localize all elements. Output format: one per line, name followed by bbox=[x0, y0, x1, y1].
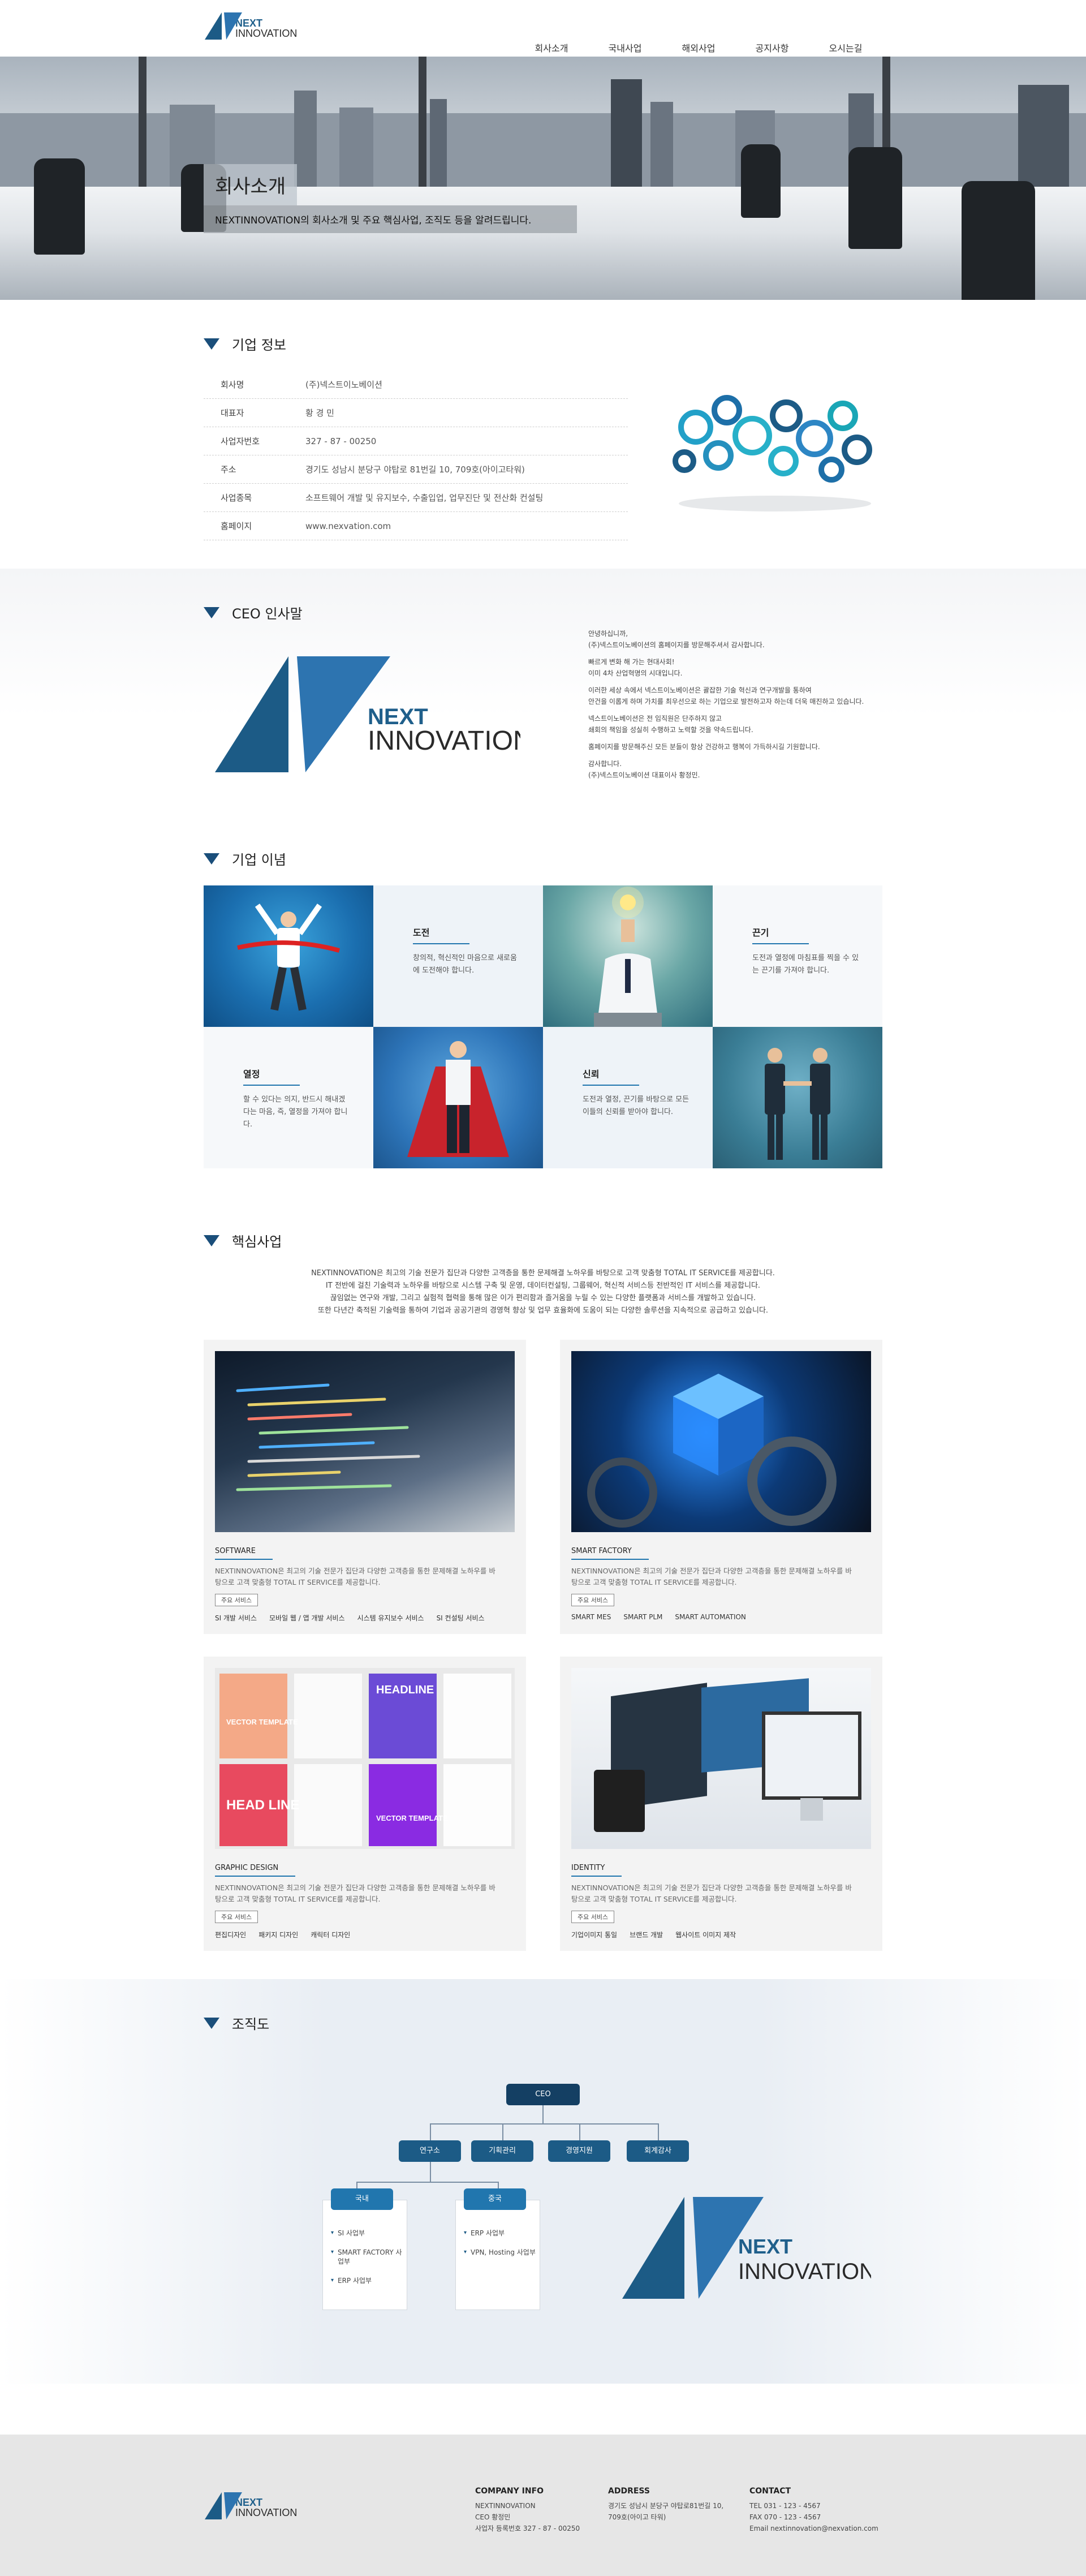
section-title: CEO 인사말 bbox=[232, 606, 303, 622]
section-title: 기업 정보 bbox=[232, 337, 286, 353]
hero-cape-icon bbox=[407, 1041, 509, 1157]
philosophy-card: 신뢰 도전과 열정, 끈기를 바탕으로 모든 이들의 신뢰를 받아야 합니다. bbox=[543, 1027, 713, 1168]
info-row: 사업자번호 327 - 87 - 00250 bbox=[204, 427, 628, 455]
services-tag: 주요 서비스 bbox=[215, 1594, 258, 1606]
footer-address: ADDRESS 경기도 성남시 분당구 야탑로81번길 10, 709호(아이고… bbox=[608, 2487, 724, 2521]
section-title: 기업 이념 bbox=[232, 852, 286, 868]
svg-text:HEADLINE: HEADLINE bbox=[376, 1684, 434, 1696]
hero-subtitle: NEXTINNOVATION의 회사소개 및 주요 핵심사업, 조직도 등을 알… bbox=[204, 205, 577, 233]
chip-gears-image bbox=[571, 1351, 871, 1532]
hero-banner: 회사소개 NEXTINNOVATION의 회사소개 및 주요 핵심사업, 조직도… bbox=[0, 57, 1086, 300]
footer-contact: CONTACT TEL 031 - 123 - 4567 FAX 070 - 1… bbox=[749, 2487, 878, 2532]
logo-mark-icon bbox=[205, 2492, 242, 2519]
service-list: SMART MES SMART PLM SMART AUTOMATION bbox=[571, 1613, 746, 1621]
svg-text:NEXT: NEXT bbox=[738, 2235, 792, 2258]
service-list: SI 개발 서비스 모바일 웹 / 앱 개발 서비스 시스템 유지보수 서비스 … bbox=[215, 1614, 485, 1622]
org-node-ceo[interactable]: CEO bbox=[506, 2084, 580, 2105]
business-title: GRAPHIC DESIGN bbox=[215, 1864, 296, 1877]
org-node-division[interactable]: 국내 bbox=[331, 2188, 393, 2210]
services-tag: 주요 서비스 bbox=[571, 1911, 615, 1923]
services-tag: 주요 서비스 bbox=[571, 1594, 615, 1606]
org-chart-section: 조직도 CEO 연구소 기획관리 경영지원 회계감사 SI 사업부 SMART … bbox=[0, 1979, 1086, 2384]
hero-title: 회사소개 bbox=[204, 164, 298, 205]
persistence-image bbox=[543, 885, 713, 1027]
footer-logo[interactable]: NEXT INNOVATION bbox=[204, 2481, 475, 2530]
svg-text:HEAD LINE: HEAD LINE bbox=[226, 1797, 299, 1813]
ceo-logo: NEXT INNOVATION bbox=[204, 639, 533, 786]
logo-line2: INNOVATION bbox=[235, 27, 298, 39]
org-logo: NEXT INNOVATION bbox=[622, 2197, 871, 2299]
section-title: 핵심사업 bbox=[232, 1234, 282, 1250]
business-title: SOFTWARE bbox=[215, 1547, 273, 1560]
services-tag: 주요 서비스 bbox=[215, 1911, 258, 1923]
svg-text:VECTOR TEMPLATE: VECTOR TEMPLATE bbox=[376, 1814, 448, 1822]
bulb-man-icon bbox=[594, 887, 662, 1027]
info-row: 대표자 황 경 민 bbox=[204, 399, 628, 427]
info-row: 홈페이지 www.nexvation.com bbox=[204, 512, 628, 540]
challenge-image bbox=[204, 885, 373, 1027]
site-logo[interactable]: NEXT INNOVATION bbox=[204, 10, 297, 41]
org-chart: CEO 연구소 기획관리 경영지원 회계감사 SI 사업부 SMART FACT… bbox=[204, 2050, 882, 2333]
service-list: 편집디자인 패키지 디자인 캐릭터 디자인 bbox=[215, 1931, 351, 1939]
business-card-smart-factory[interactable]: SMART FACTORY NEXTINNOVATION은 최고의 기술 전문가… bbox=[560, 1340, 882, 1634]
code-screen-image bbox=[215, 1351, 515, 1532]
philosophy-card: 끈기 도전과 열정에 마침표를 찍을 수 있는 끈기를 가져야 합니다. bbox=[713, 885, 882, 1027]
devices-icon bbox=[594, 1678, 861, 1832]
info-row: 사업종목 소프트웨어 개발 및 유지보수, 수출입업, 업무진단 및 전산화 컨설… bbox=[204, 484, 628, 512]
org-node-dept[interactable]: 경영지원 bbox=[548, 2140, 610, 2162]
company-info-table: 회사명 (주)넥스트이노베이션 대표자 황 경 민 사업자번호 327 - 87 - … bbox=[204, 371, 628, 540]
division-card: ERP 사업부 VPN, Hosting 사업부 bbox=[455, 2200, 540, 2310]
svg-text:VECTOR TEMPLATE: VECTOR TEMPLATE bbox=[226, 1718, 298, 1726]
business-title: IDENTITY bbox=[571, 1864, 622, 1877]
footer-company-info: COMPANY INFO NEXTINNOVATION CEO 황정민 사업자 … bbox=[475, 2487, 580, 2532]
responsive-devices-image bbox=[571, 1668, 871, 1849]
ceo-section: CEO 인사말 NEXT INNOVATION 안녕하십니까, (주)넥스트이노… bbox=[0, 569, 1086, 815]
logo-mark-icon: NEXT INNOVATION bbox=[215, 656, 533, 772]
division-card: SI 사업부 SMART FACTORY 사업부 ERP 사업부 bbox=[322, 2200, 407, 2310]
core-intro: NEXTINNOVATION은 최고의 기술 전문가 집단과 다양한 고객층을 … bbox=[311, 1269, 775, 1315]
section-title: 조직도 bbox=[232, 2016, 270, 2032]
design-templates-image: VECTOR TEMPLATE HEADLINE HEAD LINE VECTO… bbox=[215, 1668, 515, 1849]
section-marker-icon bbox=[204, 607, 219, 618]
org-node-dept[interactable]: 연구소 bbox=[399, 2140, 461, 2162]
handshake-icon bbox=[765, 1048, 830, 1160]
cube-chip-icon bbox=[587, 1374, 837, 1528]
org-node-dept[interactable]: 기획관리 bbox=[471, 2140, 533, 2162]
section-marker-icon bbox=[204, 1235, 219, 1246]
svg-text:INNOVATION: INNOVATION bbox=[368, 726, 520, 756]
runner-figure-icon bbox=[237, 904, 341, 1011]
business-card-identity[interactable]: IDENTITY NEXTINNOVATION은 최고의 기술 전문가 집단과 … bbox=[560, 1657, 882, 1951]
philosophy-card: 열정 할 수 있다는 의지, 반드시 해내겠다는 마음, 즉, 열정을 가져야 … bbox=[204, 1027, 373, 1168]
site-footer: NEXT INNOVATION COMPANY INFO NEXTINNOVAT… bbox=[0, 2435, 1086, 2576]
section-marker-icon bbox=[204, 853, 219, 865]
org-node-division[interactable]: 중국 bbox=[464, 2188, 526, 2210]
ceo-message: 안녕하십니까, (주)넥스트이노베이션의 홈페이지를 방문해주셔서 감사합니다.… bbox=[588, 630, 864, 779]
gears-illustration-icon bbox=[673, 395, 872, 511]
section-marker-icon bbox=[204, 2017, 219, 2029]
core-business-section: 핵심사업 NEXTINNOVATION은 최고의 기술 전문가 집단과 다양한 … bbox=[0, 1197, 1086, 1979]
passion-image bbox=[373, 1027, 543, 1168]
philosophy-grid: 도전 창의적, 혁신적인 마음으로 새로움에 도전해야 합니다. 끈기 도전과 … bbox=[204, 885, 882, 1168]
site-header: NEXT INNOVATION 회사소개 국내사업 해외사업 공지사항 오시는길 bbox=[0, 0, 1086, 62]
logo-line1: NEXT bbox=[235, 17, 263, 29]
poster-grid-icon: VECTOR TEMPLATE HEADLINE HEAD LINE VECTO… bbox=[219, 1674, 511, 1846]
logo-mark-icon bbox=[205, 12, 242, 40]
business-card-software[interactable]: SOFTWARE NEXTINNOVATION은 최고의 기술 전문가 집단과 … bbox=[204, 1340, 526, 1634]
section-marker-icon bbox=[204, 338, 219, 350]
trust-image bbox=[713, 1027, 882, 1168]
info-row: 주소 경기도 성남시 분당구 야탑로 81번길 10, 709호(아이고타워) bbox=[204, 455, 628, 484]
philosophy-card: 도전 창의적, 혁신적인 마음으로 새로움에 도전해야 합니다. bbox=[373, 885, 543, 1027]
company-info-section: 기업 정보 회사명 (주)넥스트이노베이션 대표자 황 경 민 사업자번호 327 -… bbox=[0, 300, 1086, 569]
org-node-dept[interactable]: 회계감사 bbox=[627, 2140, 689, 2162]
philosophy-section: 기업 이념 도전 창의적, 혁신적인 마음으로 새로움에 도전해야 합니다. 끈… bbox=[0, 815, 1086, 1197]
business-card-graphic-design[interactable]: VECTOR TEMPLATE HEADLINE HEAD LINE VECTO… bbox=[204, 1657, 526, 1951]
code-lines-icon bbox=[236, 1383, 420, 1491]
business-title: SMART FACTORY bbox=[571, 1547, 649, 1560]
info-row: 회사명 (주)넥스트이노베이션 bbox=[204, 371, 628, 399]
svg-text:INNOVATION: INNOVATION bbox=[738, 2259, 871, 2284]
service-list: 기업이미지 통일 브랜드 개발 웹사이트 이미지 제작 bbox=[571, 1931, 736, 1939]
